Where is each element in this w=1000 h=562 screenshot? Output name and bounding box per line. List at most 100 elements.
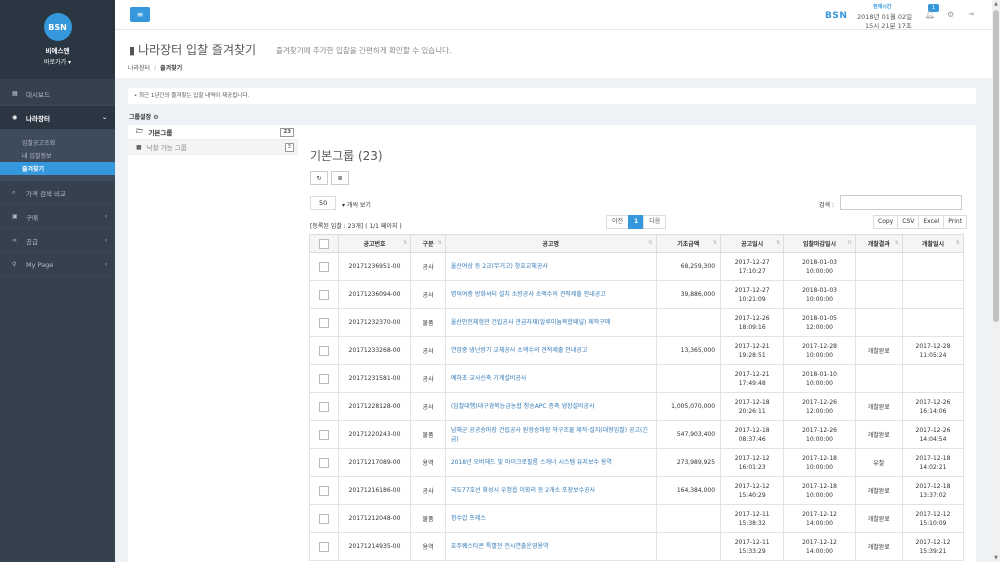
group-item-default[interactable]: 🗁︎ 기본그룹 23 <box>128 125 298 140</box>
shortcut-dropdown[interactable]: 바로가기 ▾ <box>44 57 71 66</box>
bid-number: 20171236094-00 <box>337 280 412 309</box>
row-checkbox[interactable] <box>318 317 329 328</box>
bid-title-link[interactable]: 정수압 프레스 <box>444 504 657 533</box>
group-setting-link[interactable]: 그룹설정 ⚙ <box>129 112 159 121</box>
row-checkbox[interactable] <box>318 345 329 356</box>
page-scrollbar[interactable]: ▲ ▼ <box>992 0 1000 562</box>
column-header[interactable]: 구분 ⇅ <box>410 234 446 253</box>
bid-title-link[interactable]: 울산여상 등 2교(무거고) 창호교체공사 <box>444 252 657 281</box>
print-button[interactable]: Print <box>943 215 968 229</box>
column-header[interactable]: 공고명 ⇅ <box>444 234 657 253</box>
bid-title-link[interactable]: 호주퀘스타콘 특별전 전시연출운영용역 <box>444 532 657 561</box>
bid-title-link[interactable]: 국도77호선 화성시 우정읍 이화리 등 2개소 포장보수공사 <box>444 476 657 505</box>
group-item-winnable[interactable]: ■ 낙찰 가능 그룹 3 <box>128 140 298 155</box>
scroll-down-arrow[interactable]: ▼ <box>993 555 999 561</box>
table-row[interactable]: 20171217089-00 용역 2018년 오버헤드 및 마이크로필름 스캐너 … <box>309 448 965 477</box>
table-row[interactable]: 20171214935-00 용역 호주퀘스타콘 특별전 전시연출운영용역 2017-… <box>309 532 965 561</box>
table-row[interactable]: 20171236094-00 공사 명덕여중 방화셔터 설치 소방공사 소액수의 견… <box>309 280 965 309</box>
page-length-select[interactable]: 50 <box>310 196 336 210</box>
table-row[interactable]: 20171236951-00 공사 울산여상 등 2교(무거고) 창호교체공사 68,… <box>309 252 965 281</box>
base-amount: 39,886,000 <box>655 280 722 309</box>
share-icon: ⋖ <box>12 237 18 244</box>
bell-icon[interactable]: 🔔︎ <box>925 10 935 19</box>
select-all-checkbox[interactable] <box>318 238 329 249</box>
list-button[interactable]: ≣ <box>331 171 349 185</box>
logout-icon[interactable]: ⇥ <box>968 10 974 18</box>
row-checkbox[interactable] <box>318 457 329 468</box>
bid-title-link[interactable]: 연암중 냉난방기 교체공사 소액수의 견적제출 안내공고 <box>444 336 657 365</box>
csv-button[interactable]: CSV <box>897 215 920 229</box>
bid-title-link[interactable]: 2018년 오버헤드 및 마이크로필름 스캐너 시스템 유지보수 용역 <box>444 448 657 477</box>
column-header[interactable]: 입찰마감일시 ⇅ <box>783 234 856 253</box>
sort-icon: ⇅ <box>403 240 408 246</box>
column-header[interactable]: 기초금액 ⇅ <box>655 234 722 253</box>
next-page-button[interactable]: 다음 <box>643 215 667 229</box>
row-checkbox[interactable] <box>318 289 329 300</box>
opened-datetime <box>901 364 965 393</box>
search-input[interactable] <box>840 195 962 210</box>
sidebar-item-label: 가격 검색 비교 <box>26 189 67 198</box>
table-row[interactable]: 20171216186-00 공사 국도77호선 화성시 우정읍 이화리 등 2개소… <box>309 476 965 505</box>
sidebar-item-purchase[interactable]: ▣ 구매 ‹ <box>0 205 115 229</box>
table-row[interactable]: 20171212048-00 물품 정수압 프레스 2017-12-11 15:38:3… <box>309 504 965 533</box>
deadline-datetime: 2017-12-12 14:00:00 <box>783 532 856 561</box>
sidebar-item-price-compare[interactable]: ⌕ 가격 검색 비교 <box>0 181 115 205</box>
bid-title-link[interactable]: 명덕여중 방화셔터 설치 소방공사 소액수의 견적제출 안내공고 <box>444 280 657 309</box>
scroll-up-arrow[interactable]: ▲ <box>993 1 999 7</box>
bid-title-link[interactable]: 예하초 교사신축 기계설비공사 <box>444 364 657 393</box>
group-label: 낙찰 가능 그룹 <box>146 144 187 152</box>
table-row[interactable]: 20171228128-00 공사 (입찰대행)대구경북능금농협 청송APC 증축 … <box>309 392 965 421</box>
sidebar-subitem-favorites[interactable]: 즐겨찾기 <box>0 162 115 175</box>
deadline-datetime: 2018-01-03 10:00:00 <box>783 280 856 309</box>
posted-datetime: 2017-12-21 19:28:51 <box>720 336 785 365</box>
row-checkbox[interactable] <box>318 541 329 552</box>
prev-page-button[interactable]: 이전 <box>606 215 630 229</box>
posted-datetime: 2017-12-11 15:38:32 <box>720 504 785 533</box>
bid-type: 공사 <box>410 392 446 421</box>
row-select-cell <box>309 504 339 533</box>
page-button[interactable]: 1 <box>628 215 645 229</box>
bid-title-link[interactable]: 울산안전체험관 건립공사 관급자재(알루미늄복합패널) 제작구매 <box>444 308 657 337</box>
row-checkbox[interactable] <box>318 261 329 272</box>
bid-title-link[interactable]: 남해군 공공승마장 건립공사 원형승마장 막구조물 제작·설치(대형입찰) 공고… <box>444 420 657 449</box>
sidebar-subitem-bid-search[interactable]: 입찰공고조회 <box>0 136 115 149</box>
column-header[interactable]: 개찰일시 ⇅ <box>901 234 965 253</box>
sidebar-subitem-my-bids[interactable]: 내 입찰정보 <box>0 149 115 162</box>
row-checkbox[interactable] <box>318 485 329 496</box>
table-row[interactable]: 20171231581-00 공사 예하초 교사신축 기계설비공사 2017-12-2… <box>309 364 965 393</box>
bid-type: 공사 <box>410 336 446 365</box>
refresh-button[interactable]: ↻ <box>310 171 328 185</box>
row-select-cell <box>309 532 339 561</box>
row-checkbox[interactable] <box>318 429 329 440</box>
menu-toggle-button[interactable]: ≡ <box>130 7 150 22</box>
gear-icon[interactable]: ⚙ <box>947 10 954 19</box>
current-clock: 15시 21분 17초 <box>865 22 912 30</box>
deadline-datetime: 2017-12-26 12:00:00 <box>783 392 856 421</box>
posted-datetime: 2017-12-27 17:10:27 <box>720 252 785 281</box>
row-checkbox[interactable] <box>318 401 329 412</box>
group-setting-label: 그룹설정 <box>129 114 152 121</box>
group-title: 기본그룹 (23) <box>310 149 383 163</box>
column-header[interactable]: 공고번호 ⇅ <box>337 234 412 253</box>
bid-title-link[interactable]: (입찰대행)대구경북능금농협 청송APC 증축 냉장설비공사 <box>444 392 657 421</box>
sidebar-item-dashboard[interactable]: ▦ 대시보드 <box>0 82 115 106</box>
column-header[interactable]: 개찰결과 ⇅ <box>854 234 903 253</box>
logo[interactable]: BSN <box>43 13 72 41</box>
row-checkbox[interactable] <box>318 513 329 524</box>
table-row[interactable]: 20171232370-00 물품 울산안전체험관 건립공사 관급자재(알루미늄복합… <box>309 308 965 337</box>
table-row[interactable]: 20171220243-00 물품 남해군 공공승마장 건립공사 원형승마장 막구조… <box>309 420 965 449</box>
row-checkbox[interactable] <box>318 373 329 384</box>
table-row[interactable]: 20171233268-00 공사 연암중 냉난방기 교체공사 소액수의 견적제출 … <box>309 336 965 365</box>
breadcrumb-link[interactable]: 나라장터 <box>128 65 150 72</box>
sidebar-item-narajangteo[interactable]: ◉ 나라장터 ⌄ <box>0 106 115 130</box>
sidebar-item-supply[interactable]: ⋖ 공급 ‹ <box>0 229 115 253</box>
bid-number: 20171212048-00 <box>337 504 412 533</box>
sidebar-item-mypage[interactable]: ⚲ My Page ‹ <box>0 253 115 277</box>
copy-button[interactable]: Copy <box>873 215 899 229</box>
open-result: 개찰완료 <box>854 420 903 449</box>
column-header[interactable]: 공고일시 ⇅ <box>720 234 785 253</box>
excel-button[interactable]: Excel <box>918 215 945 229</box>
opened-datetime <box>901 308 965 337</box>
scrollbar-thumb[interactable] <box>993 10 999 322</box>
cart-icon: ▣ <box>12 213 18 220</box>
